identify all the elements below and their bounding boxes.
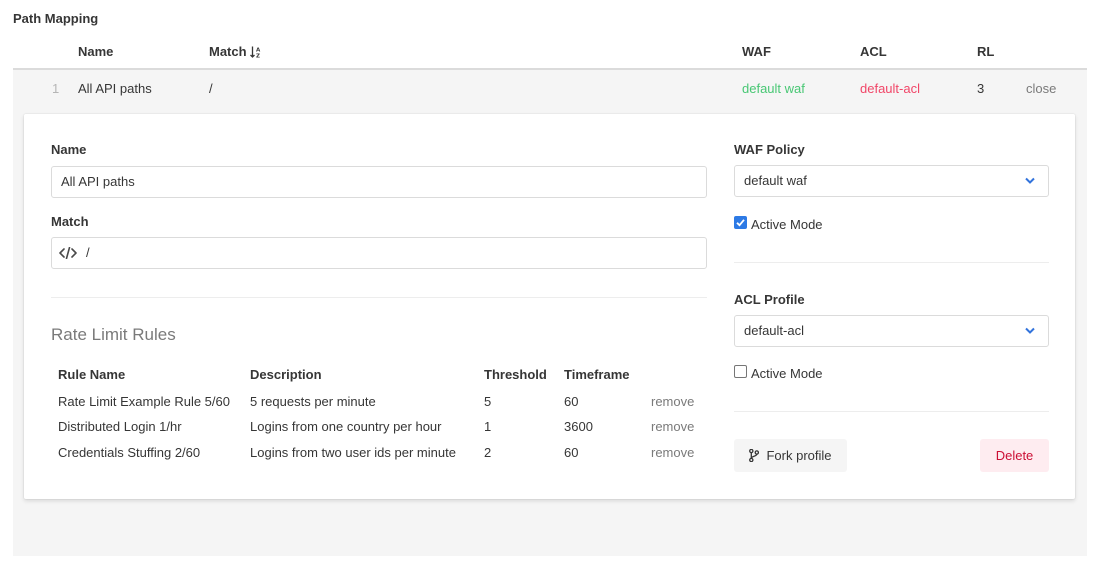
remove-rule-link[interactable]: remove [651, 445, 694, 460]
row-rl: 3 [977, 81, 985, 96]
header-acl[interactable]: ACL [860, 44, 887, 59]
rule-timeframe: 60 [564, 445, 579, 460]
acl-active-checkbox[interactable] [734, 365, 747, 378]
match-label: Match [51, 214, 89, 229]
row-waf: default waf [742, 81, 805, 96]
rules-header-description: Description [250, 367, 322, 382]
rule-name: Rate Limit Example Rule 5/60 [58, 394, 230, 409]
table-row[interactable]: 1 All API paths / default waf default-ac… [13, 70, 1087, 107]
fork-profile-button[interactable]: Fork profile [734, 439, 847, 472]
match-input[interactable]: / [51, 237, 707, 269]
name-label: Name [51, 142, 87, 157]
row-name: All API paths [78, 81, 152, 96]
chevron-down-icon [1025, 177, 1035, 184]
svg-text:Z: Z [256, 54, 260, 59]
acl-profile-select[interactable]: default-acl [734, 315, 1049, 347]
code-icon [59, 247, 77, 259]
acl-profile-label: ACL Profile [734, 292, 805, 307]
rule-threshold: 5 [484, 394, 492, 409]
delete-button[interactable]: Delete [980, 439, 1049, 472]
rate-limit-title: Rate Limit Rules [51, 325, 176, 344]
divider [51, 297, 707, 298]
acl-active-label: Active Mode [751, 366, 823, 381]
divider [734, 411, 1049, 412]
rules-header-threshold: Threshold [484, 367, 547, 382]
table-header: Name Match A Z WAF ACL RL [13, 43, 1087, 70]
rules-header-timeframe: Timeframe [564, 367, 630, 382]
rule-timeframe: 3600 [564, 419, 593, 434]
fork-profile-label: Fork profile [766, 448, 832, 463]
remove-rule-link[interactable]: remove [651, 419, 694, 434]
path-editor-card: Name All API paths Match / Rate Limit Ru… [24, 114, 1075, 499]
waf-policy-value: default waf [744, 173, 807, 188]
waf-active-checkbox[interactable] [734, 216, 747, 229]
header-waf[interactable]: WAF [742, 44, 771, 59]
header-name[interactable]: Name [78, 44, 113, 59]
header-rl[interactable]: RL [977, 44, 994, 59]
row-acl: default-acl [860, 81, 920, 96]
waf-policy-select[interactable]: default waf [734, 165, 1049, 197]
row-match: / [209, 81, 213, 96]
rule-description: 5 requests per minute [250, 394, 376, 409]
rule-threshold: 1 [484, 419, 492, 434]
rule-timeframe: 60 [564, 394, 579, 409]
remove-rule-link[interactable]: remove [651, 394, 694, 409]
sort-alpha-icon: AZ [249, 46, 261, 59]
checkmark-icon [736, 219, 745, 227]
code-branch-icon [749, 449, 760, 462]
rule-threshold: 2 [484, 445, 492, 460]
match-value: / [86, 245, 90, 260]
acl-profile-value: default-acl [744, 323, 804, 338]
rule-description: Logins from two user ids per minute [250, 445, 456, 460]
divider [734, 262, 1049, 263]
name-input[interactable]: All API paths [51, 166, 707, 198]
waf-active-label: Active Mode [751, 217, 823, 232]
rules-header-name: Rule Name [58, 367, 126, 382]
rule-name: Distributed Login 1/hr [58, 419, 182, 434]
close-link[interactable]: close [1026, 81, 1056, 96]
chevron-down-icon [1025, 327, 1035, 334]
rule-name: Credentials Stuffing 2/60 [58, 445, 201, 460]
rule-description: Logins from one country per hour [250, 419, 442, 434]
section-title: Path Mapping [13, 11, 99, 26]
row-index: 1 [52, 81, 60, 96]
header-match-label: Match [209, 44, 247, 59]
header-match[interactable]: Match A Z [209, 44, 261, 59]
waf-policy-label: WAF Policy [734, 142, 805, 157]
